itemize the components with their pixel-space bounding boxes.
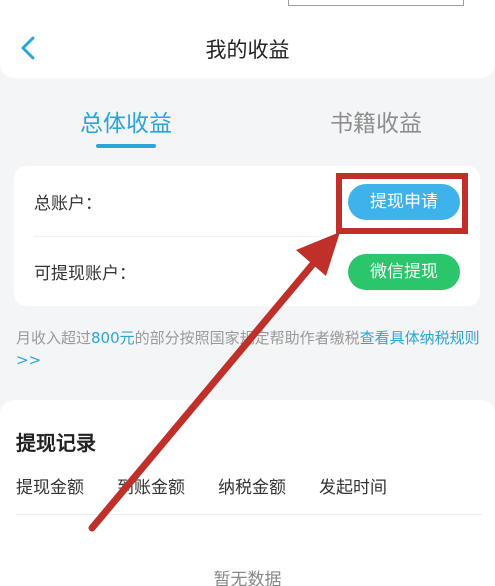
tax-note-prefix: 月收入超过 [16,329,92,347]
withdraw-records-panel: 提现记录 提现金额 到账金额 纳税金额 发起时间 暂无数据 [0,400,495,586]
withdrawable-account-label: 可提现账户： [34,264,136,284]
tab-overall-earnings[interactable]: 总体收益 [62,107,190,141]
tax-note-middle: 的部分按照国家规定帮助作者缴税 [134,329,360,347]
records-title: 提现记录 [16,431,96,455]
earnings-page: 我的收益 总体收益 书籍收益 总账户： 提现申请 可提现账户： 微信提现 月收入… [0,0,495,586]
status-strip [288,0,464,6]
active-tab-indicator [96,144,156,148]
column-tax-amount: 纳税金额 [218,478,286,498]
page-title: 我的收益 [205,38,290,62]
records-divider [16,514,482,515]
wechat-withdraw-button[interactable]: 微信提现 [348,254,460,290]
top-bar: 我的收益 [0,0,495,78]
card-divider [34,236,319,237]
column-initiated-time: 发起时间 [319,478,387,498]
tax-threshold-amount: 800元 [91,329,135,347]
empty-state-text: 暂无数据 [213,570,282,586]
column-received-amount: 到账金额 [117,478,185,498]
total-account-label: 总账户： [34,194,102,214]
tax-note: 月收入超过800元的部分按照国家规定帮助作者缴税查看具体纳税规则>> [16,327,484,371]
tab-book-earnings[interactable]: 书籍收益 [312,107,440,141]
column-withdraw-amount: 提现金额 [16,478,84,498]
records-column-headers: 提现金额 到账金额 纳税金额 发起时间 [16,476,486,500]
annotation-highlight-box [336,173,468,234]
